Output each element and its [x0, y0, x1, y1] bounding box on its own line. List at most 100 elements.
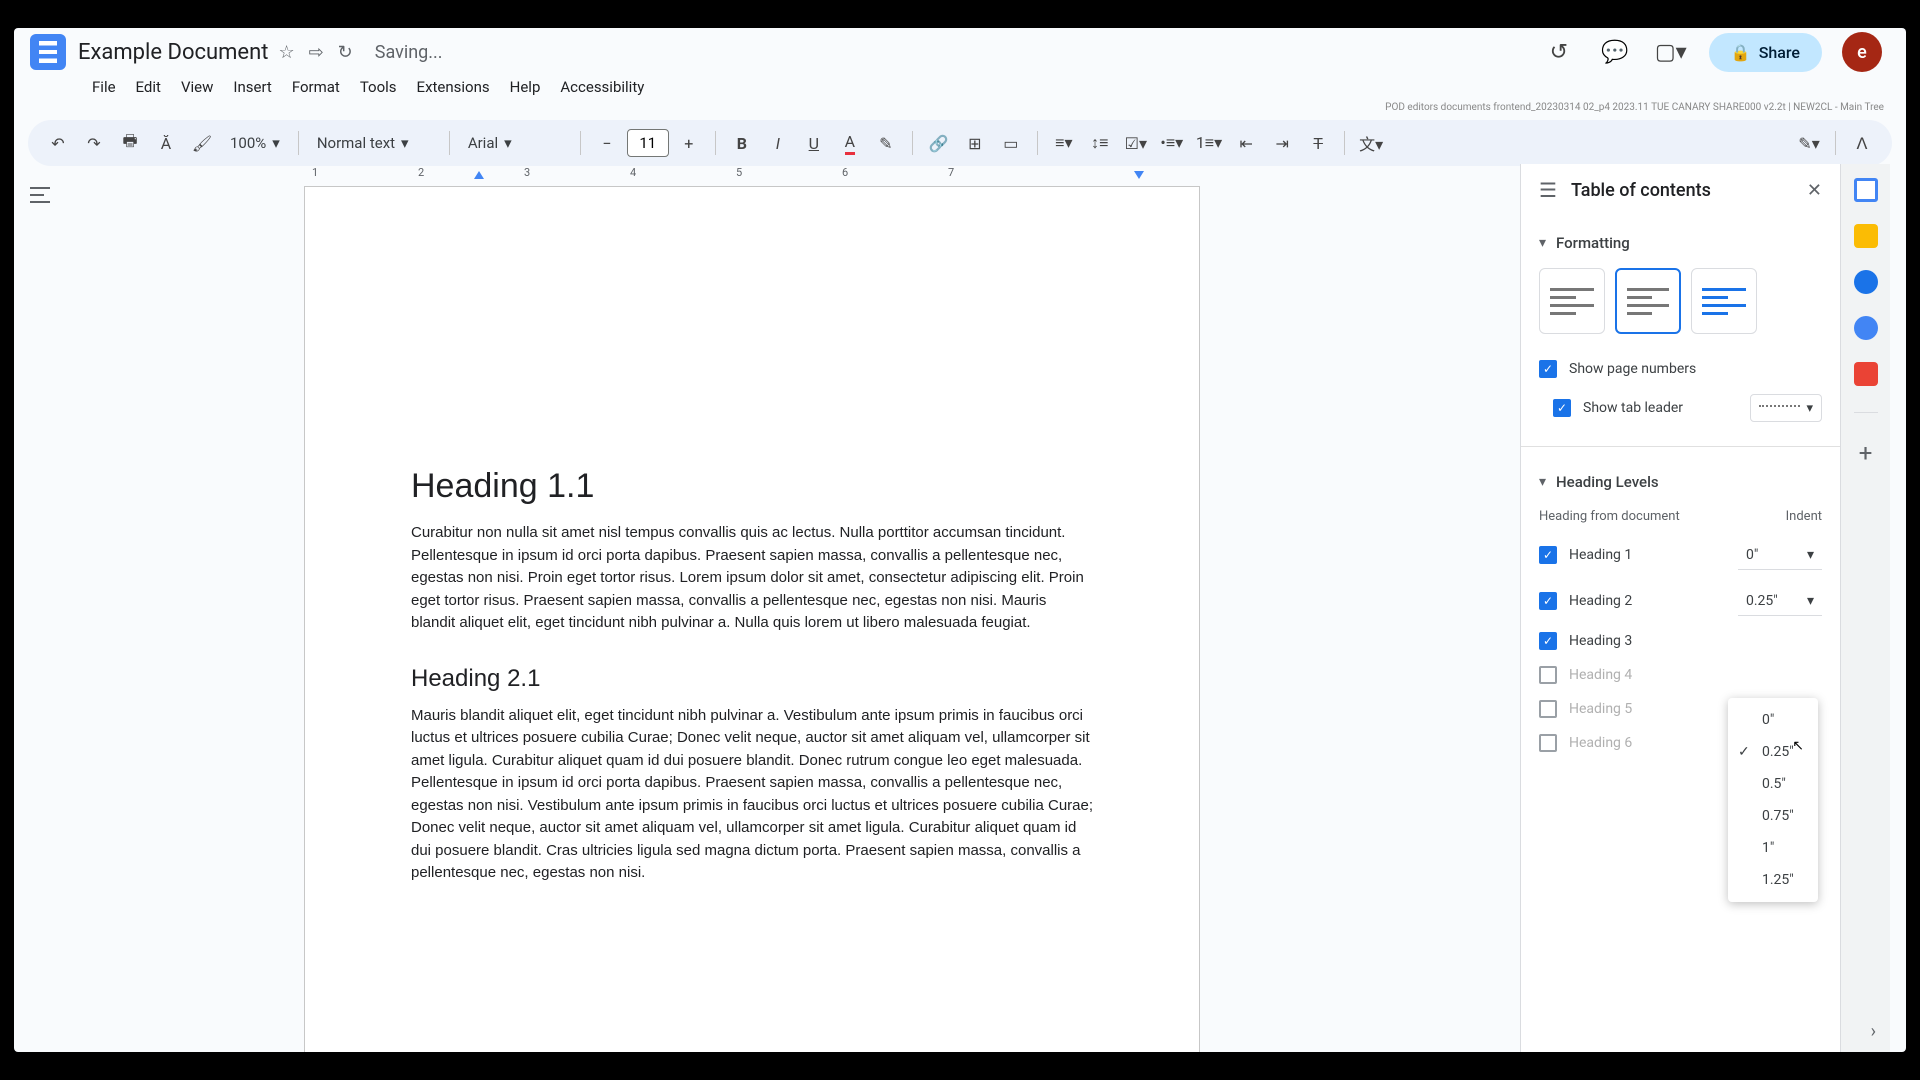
cursor-pointer-icon: ↖: [1792, 738, 1804, 754]
print-icon[interactable]: 🖶: [114, 127, 146, 159]
checklist-icon[interactable]: ☑▾: [1120, 127, 1152, 159]
spellcheck-icon[interactable]: Ă: [150, 127, 182, 159]
docs-icon[interactable]: [30, 34, 66, 70]
heading-level-checkbox[interactable]: ✓: [1539, 632, 1557, 650]
keep-app-icon[interactable]: [1854, 224, 1878, 248]
menu-insert[interactable]: Insert: [225, 74, 279, 100]
toc-style-dotted[interactable]: [1615, 268, 1681, 334]
first-line-indent-marker[interactable]: [474, 171, 484, 179]
tasks-app-icon[interactable]: [1854, 270, 1878, 294]
maps-app-icon[interactable]: [1854, 362, 1878, 386]
star-icon[interactable]: ☆: [278, 42, 294, 63]
menu-help[interactable]: Help: [502, 74, 549, 100]
menu-file[interactable]: File: [84, 74, 124, 100]
font-select[interactable]: Arial▾: [460, 127, 570, 159]
move-icon[interactable]: ⇨: [309, 42, 324, 63]
ruler-tick: 4: [630, 166, 636, 179]
ruler-tick: 6: [842, 166, 848, 179]
font-size-input[interactable]: [627, 129, 669, 157]
menu-tools[interactable]: Tools: [352, 74, 405, 100]
right-indent-marker[interactable]: [1134, 171, 1144, 179]
decrease-indent-icon[interactable]: ⇤: [1230, 127, 1262, 159]
document-page[interactable]: Heading 1.1 Curabitur non nulla sit amet…: [304, 186, 1200, 1052]
cloud-icon[interactable]: ↻: [338, 42, 353, 63]
share-button[interactable]: 🔒 Share: [1709, 33, 1822, 72]
align-icon[interactable]: ≡▾: [1048, 127, 1080, 159]
text-color-icon[interactable]: A: [834, 127, 866, 159]
paint-format-icon[interactable]: 🖌: [186, 127, 218, 159]
link-icon[interactable]: 🔗: [923, 127, 955, 159]
indent-option[interactable]: 1": [1728, 832, 1818, 864]
heading-level-row: ✓Heading 10"▾: [1539, 532, 1822, 578]
show-outline-icon[interactable]: [23, 178, 57, 212]
formatting-section-toggle[interactable]: ▾ Formatting: [1539, 224, 1822, 262]
undo-icon[interactable]: ↶: [42, 127, 74, 159]
bold-icon[interactable]: B: [726, 127, 758, 159]
heading-level-row: ✓Heading 20.25"▾: [1539, 578, 1822, 624]
heading-levels-section-toggle[interactable]: ▾ Heading Levels: [1539, 463, 1822, 501]
get-addons-icon[interactable]: +: [1859, 439, 1873, 467]
ruler-tick: 2: [418, 166, 424, 179]
indent-option[interactable]: 1.25": [1728, 864, 1818, 896]
comments-icon[interactable]: 💬: [1597, 34, 1633, 70]
toc-side-panel: ☰ Table of contents ✕ ▾ Formatting: [1520, 164, 1840, 1052]
zoom-select[interactable]: 100%▾: [222, 127, 288, 159]
heading-level-checkbox: [1539, 734, 1557, 752]
underline-icon[interactable]: U: [798, 127, 830, 159]
heading-level-label: Heading 3: [1569, 633, 1822, 649]
heading-level-row: ✓ Heading 3: [1539, 624, 1822, 658]
avatar[interactable]: e: [1842, 32, 1882, 72]
heading-1[interactable]: Heading 1.1: [411, 467, 1093, 506]
numbered-list-icon[interactable]: 1≡▾: [1192, 127, 1226, 159]
italic-icon[interactable]: I: [762, 127, 794, 159]
add-comment-icon[interactable]: ⊞: [959, 127, 991, 159]
doc-title[interactable]: Example Document: [78, 40, 268, 65]
indent-option[interactable]: 0.75": [1728, 800, 1818, 832]
toc-style-plain[interactable]: [1539, 268, 1605, 334]
show-page-numbers-checkbox[interactable]: ✓ Show page numbers: [1539, 352, 1822, 386]
increase-font-icon[interactable]: +: [673, 127, 705, 159]
bulleted-list-icon[interactable]: •≡▾: [1156, 127, 1188, 159]
highlight-icon[interactable]: ✎: [870, 127, 902, 159]
paragraph-style-select[interactable]: Normal text▾: [309, 127, 439, 159]
lock-icon: 🔒: [1731, 43, 1751, 62]
indent-option[interactable]: 0.5": [1728, 768, 1818, 800]
body-paragraph[interactable]: Mauris blandit aliquet elit, eget tincid…: [411, 705, 1093, 885]
calendar-app-icon[interactable]: [1854, 178, 1878, 202]
redo-icon[interactable]: ↷: [78, 127, 110, 159]
image-icon[interactable]: ▭: [995, 127, 1027, 159]
input-tools-icon[interactable]: 文▾: [1355, 127, 1387, 159]
body-paragraph[interactable]: Curabitur non nulla sit amet nisl tempus…: [411, 522, 1093, 635]
contacts-app-icon[interactable]: [1854, 316, 1878, 340]
indent-option[interactable]: 0.25": [1728, 736, 1818, 768]
indent-dropdown-menu: 0"0.25"0.5"0.75"1"1.25": [1728, 698, 1818, 902]
menu-accessibility[interactable]: Accessibility: [552, 74, 652, 100]
menu-extensions[interactable]: Extensions: [409, 74, 498, 100]
heading-level-checkbox[interactable]: ✓: [1539, 546, 1557, 564]
heading-level-checkbox[interactable]: ✓: [1539, 592, 1557, 610]
toc-style-links[interactable]: [1691, 268, 1757, 334]
close-icon[interactable]: ✕: [1807, 180, 1822, 201]
show-tab-leader-checkbox[interactable]: ✓ Show tab leader ▾: [1539, 386, 1822, 430]
expand-rail-icon[interactable]: ›: [1871, 1021, 1876, 1042]
indent-option[interactable]: 0": [1728, 704, 1818, 736]
indent-select[interactable]: 0"▾: [1738, 540, 1822, 570]
heading-level-row: Heading 4: [1539, 658, 1822, 692]
meet-icon[interactable]: ▢▾: [1653, 34, 1689, 70]
editing-mode-icon[interactable]: ✎▾: [1793, 127, 1825, 159]
collapse-toolbar-icon[interactable]: ᐱ: [1846, 127, 1878, 159]
apps-rail: + ›: [1840, 164, 1890, 1052]
clear-format-icon[interactable]: T: [1302, 127, 1334, 159]
increase-indent-icon[interactable]: ⇥: [1266, 127, 1298, 159]
menu-view[interactable]: View: [173, 74, 221, 100]
heading-level-checkbox: [1539, 700, 1557, 718]
decrease-font-icon[interactable]: −: [591, 127, 623, 159]
history-icon[interactable]: ↺: [1541, 34, 1577, 70]
toc-panel-icon: ☰: [1539, 178, 1557, 202]
line-spacing-icon[interactable]: ↕≡: [1084, 127, 1116, 159]
menu-format[interactable]: Format: [284, 74, 348, 100]
heading-2[interactable]: Heading 2.1: [411, 665, 1093, 693]
menu-edit[interactable]: Edit: [128, 74, 169, 100]
tab-leader-style-select[interactable]: ▾: [1750, 394, 1822, 422]
indent-select[interactable]: 0.25"▾: [1738, 586, 1822, 616]
